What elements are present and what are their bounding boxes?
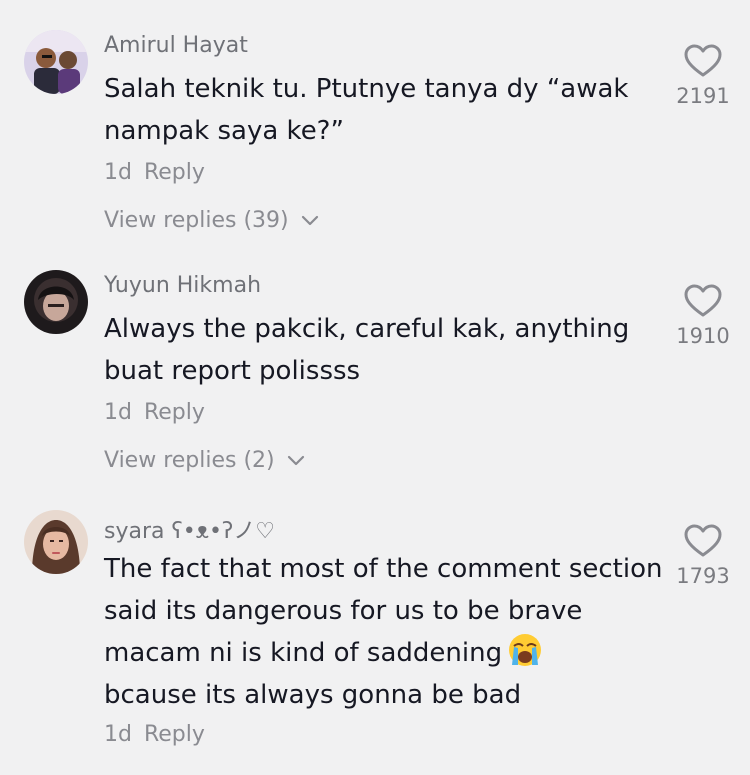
chevron-down-icon <box>301 215 318 226</box>
view-replies-button[interactable]: View replies (39) <box>104 208 320 233</box>
like-button[interactable]: 1793 <box>668 524 738 588</box>
reply-button[interactable]: Reply <box>144 722 205 747</box>
comment-text: Always the pakcik, careful kak, anything… <box>104 314 630 386</box>
reply-button[interactable]: Reply <box>144 160 205 185</box>
loudly-crying-face-emoji <box>508 633 542 667</box>
comment-meta: 1d Reply <box>104 400 205 425</box>
avatar[interactable] <box>24 270 88 334</box>
heart-outline-icon <box>684 524 722 557</box>
avatar[interactable] <box>24 510 88 574</box>
comment-username[interactable]: Amirul Hayat <box>104 33 248 58</box>
view-replies-label: View replies (39) <box>104 208 289 233</box>
chevron-down-icon <box>287 455 304 466</box>
view-replies-button[interactable]: View replies (2) <box>104 448 306 473</box>
like-button[interactable]: 2191 <box>668 44 738 108</box>
comment-time: 1d <box>104 722 132 747</box>
comment-text: The fact that most of the comment sectio… <box>104 548 664 716</box>
comment-username[interactable]: Yuyun Hikmah <box>104 273 261 298</box>
comment-meta: 1d Reply <box>104 160 205 185</box>
comment-meta: 1d Reply <box>104 722 205 747</box>
like-count: 2191 <box>676 84 730 108</box>
comment-text-main: The fact that most of the comment sectio… <box>104 554 663 668</box>
comment-item: Yuyun Hikmah Always the pakcik, careful … <box>0 270 750 490</box>
heart-outline-icon <box>684 44 722 77</box>
like-count: 1910 <box>676 324 730 348</box>
avatar[interactable] <box>24 30 88 94</box>
like-count: 1793 <box>676 564 730 588</box>
comment-time: 1d <box>104 160 132 185</box>
heart-outline-icon <box>684 284 722 317</box>
comment-text-continued: bcause its always gonna be bad <box>104 680 522 710</box>
comment-time: 1d <box>104 400 132 425</box>
comment-username[interactable]: syara ʕ•ᴥ•ʔノ♡ <box>104 513 275 545</box>
comment-text: Salah teknik tu. Ptutnye tanya dy “awak … <box>104 74 629 146</box>
view-replies-label: View replies (2) <box>104 448 275 473</box>
reply-button[interactable]: Reply <box>144 400 205 425</box>
like-button[interactable]: 1910 <box>668 284 738 348</box>
comment-item: syara ʕ•ᴥ•ʔノ♡ The fact that most of the … <box>0 510 750 775</box>
comment-item: Amirul Hayat Salah teknik tu. Ptutnye ta… <box>0 30 750 250</box>
